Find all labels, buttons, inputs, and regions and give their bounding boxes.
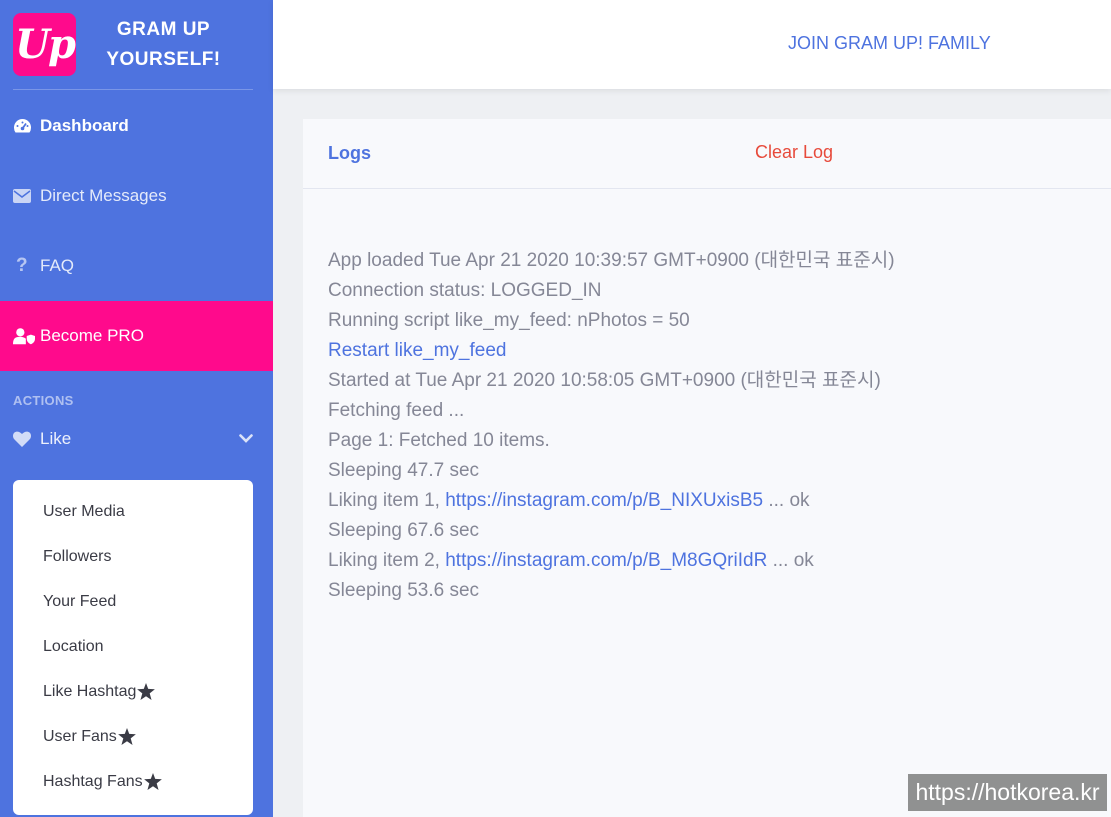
- sidebar-item-label: Become PRO: [40, 326, 144, 345]
- log-line: Liking item 1, https://instagram.com/p/B…: [328, 486, 1111, 516]
- sidebar-item-label: Dashboard: [40, 115, 129, 135]
- heart-icon: [13, 431, 35, 447]
- join-family-link[interactable]: JOIN GRAM UP! FAMILY: [788, 33, 991, 54]
- sidebar-item-label: FAQ: [40, 256, 75, 275]
- instagram-post-link[interactable]: https://instagram.com/p/B_M8GQriIdR: [445, 550, 767, 571]
- star-icon: [117, 728, 136, 745]
- topbar: JOIN GRAM UP! FAMILY: [273, 0, 1111, 89]
- logs-card: Logs Clear Log App loaded Tue Apr 21 202…: [303, 119, 1111, 817]
- log-line: Liking item 2, https://instagram.com/p/B…: [328, 546, 1111, 576]
- log-line: Fetching feed ...: [328, 400, 465, 421]
- submenu-item-label: Followers: [43, 547, 112, 565]
- logs-card-header: Logs Clear Log: [303, 119, 1111, 189]
- submenu-item-location[interactable]: Location: [13, 624, 253, 669]
- submenu-item-label: User Media: [43, 502, 125, 520]
- submenu-item-user-media[interactable]: User Media: [13, 489, 253, 534]
- star-icon: [137, 683, 156, 700]
- submenu-item-label: Like Hashtag: [43, 682, 137, 700]
- sidebar-item-label: Direct Messages: [40, 186, 167, 205]
- log-output: App loaded Tue Apr 21 2020 10:39:57 GMT+…: [303, 189, 1111, 606]
- brand-name-line2: YOURSELF!: [106, 48, 221, 70]
- submenu-item-your-feed[interactable]: Your Feed: [13, 579, 253, 624]
- sidebar-item-like[interactable]: Like: [0, 411, 273, 466]
- envelope-icon: [13, 189, 35, 203]
- tachometer-icon: [13, 118, 35, 134]
- brand[interactable]: Up GRAM UP YOURSELF!: [0, 0, 273, 89]
- log-text: ... ok: [763, 490, 810, 511]
- brand-logo[interactable]: Up: [13, 13, 76, 76]
- brand-name[interactable]: GRAM UP YOURSELF!: [76, 15, 251, 75]
- brand-logo-text: Up: [15, 21, 76, 68]
- question-icon: ?: [16, 255, 28, 276]
- logs-title: Logs: [328, 143, 371, 163]
- log-line: Sleeping 53.6 sec: [328, 580, 480, 601]
- log-text: Liking item 2,: [328, 550, 446, 571]
- log-line: Sleeping 67.6 sec: [328, 520, 480, 541]
- restart-script-link[interactable]: Restart like_my_feed: [328, 340, 506, 361]
- sidebar-item-label: Like: [40, 428, 72, 448]
- user-shield-icon: [13, 327, 35, 345]
- log-line: Running script like_my_feed: nPhotos = 5…: [328, 310, 690, 331]
- clear-log-button[interactable]: Clear Log: [755, 142, 833, 163]
- sidebar-item-faq[interactable]: ? FAQ: [0, 231, 273, 301]
- submenu-item-label: Location: [43, 637, 104, 655]
- like-submenu: User Media Followers Your Feed Location …: [13, 480, 253, 815]
- sidebar: Up GRAM UP YOURSELF! Dashboard Direct Me…: [0, 0, 273, 817]
- log-line: Started at Tue Apr 21 2020 10:58:05 GMT+…: [328, 370, 881, 391]
- log-line: Sleeping 47.7 sec: [328, 460, 480, 481]
- submenu-item-hashtag-fans[interactable]: Hashtag Fans: [13, 759, 253, 804]
- instagram-post-link[interactable]: https://instagram.com/p/B_NIXUxisB5: [445, 490, 763, 511]
- submenu-item-label: User Fans: [43, 727, 117, 745]
- sidebar-item-direct-messages[interactable]: Direct Messages: [0, 161, 273, 231]
- star-icon: [143, 773, 162, 790]
- log-text: ... ok: [767, 550, 814, 571]
- brand-name-line1: GRAM UP: [116, 18, 211, 40]
- submenu-item-label: Your Feed: [43, 592, 117, 610]
- log-line: App loaded Tue Apr 21 2020 10:39:57 GMT+…: [328, 250, 895, 271]
- log-line: Restart like_my_feed: [328, 336, 1111, 366]
- chevron-down-icon[interactable]: [239, 434, 253, 443]
- watermark: https://hotkorea.kr: [908, 774, 1107, 811]
- submenu-item-label: Hashtag Fans: [43, 772, 143, 790]
- log-line: Page 1: Fetched 10 items.: [328, 430, 550, 451]
- submenu-item-followers[interactable]: Followers: [13, 534, 253, 579]
- submenu-item-user-fans[interactable]: User Fans: [13, 714, 253, 759]
- actions-heading: ACTIONS: [13, 393, 74, 408]
- sidebar-item-dashboard[interactable]: Dashboard: [0, 90, 273, 161]
- log-line: Connection status: LOGGED_IN: [328, 280, 602, 301]
- log-text: Liking item 1,: [328, 490, 446, 511]
- submenu-item-like-hashtag[interactable]: Like Hashtag: [13, 669, 253, 714]
- sidebar-item-become-pro[interactable]: Become PRO: [0, 301, 273, 371]
